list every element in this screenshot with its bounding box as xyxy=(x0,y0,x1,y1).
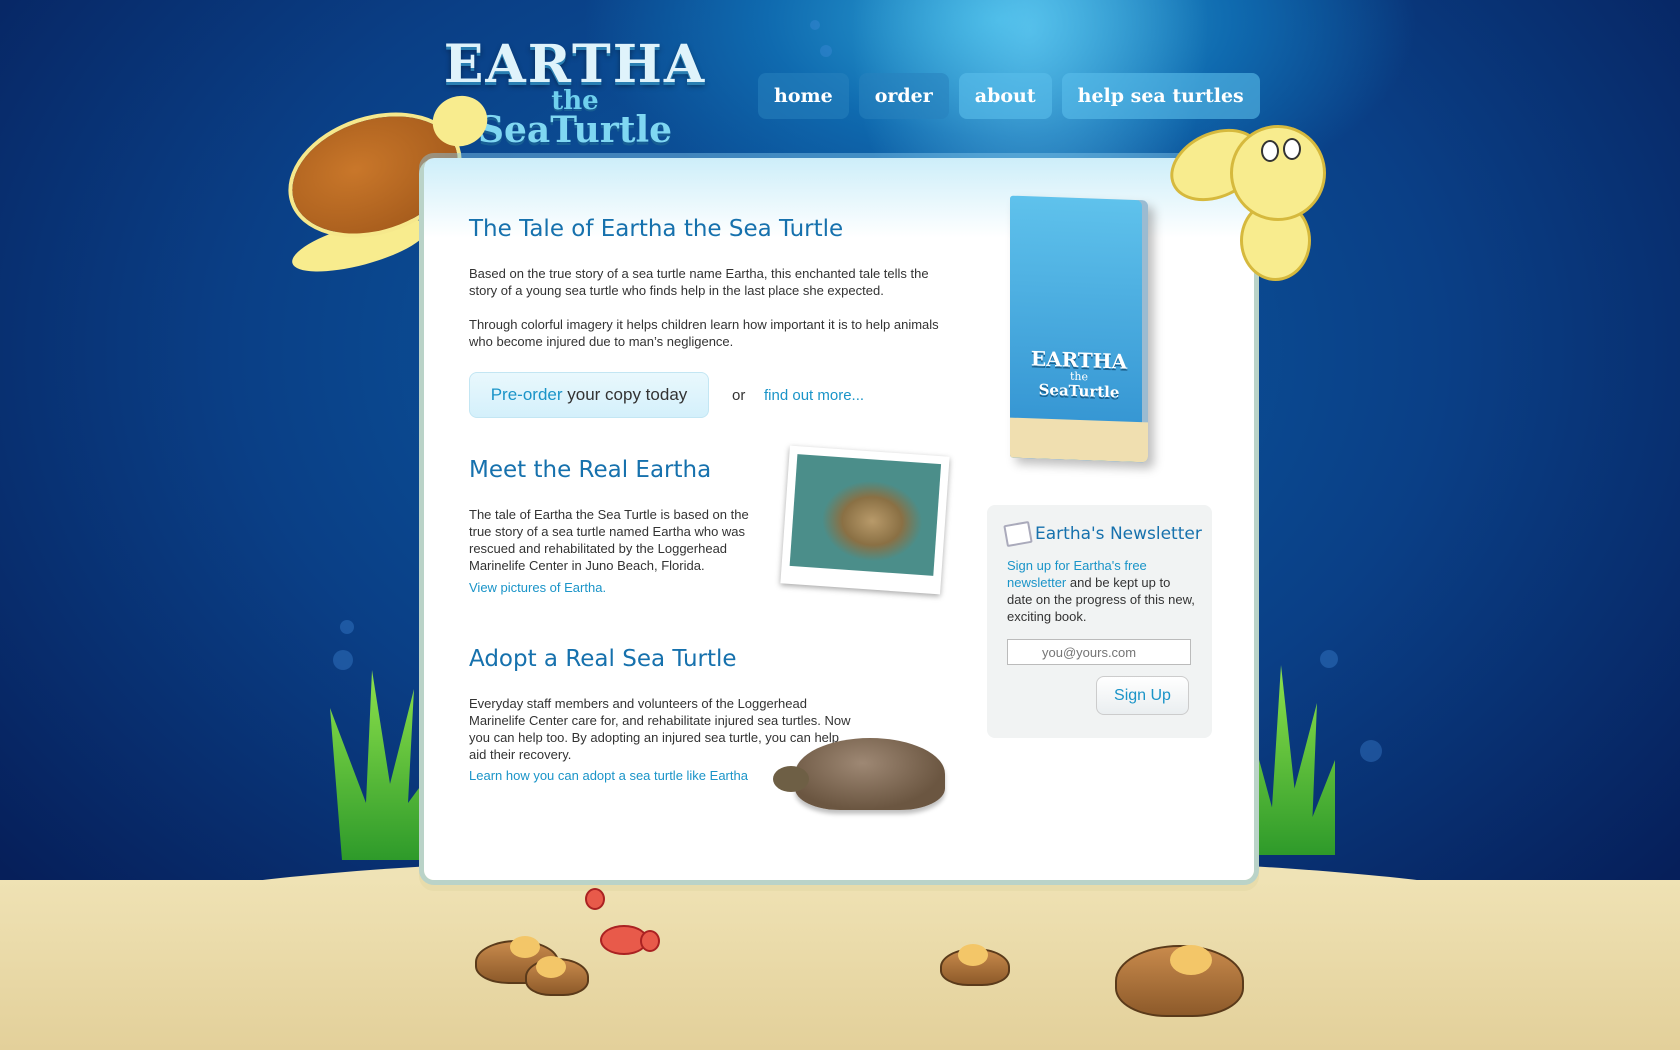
bubble xyxy=(333,650,353,670)
main-nav: home order about help sea turtles xyxy=(758,73,1260,119)
crab-claw xyxy=(585,888,605,910)
starfish-icon xyxy=(1170,945,1212,975)
sand-floor xyxy=(0,880,1680,1050)
eartha-photo-image xyxy=(789,454,942,576)
bubble xyxy=(340,620,354,634)
crab-claw xyxy=(640,930,660,952)
turtle-eye xyxy=(1283,138,1301,160)
nav-about[interactable]: about xyxy=(958,73,1052,119)
sign-up-button[interactable]: Sign Up xyxy=(1096,676,1189,715)
find-out-more-link[interactable]: find out more... xyxy=(764,387,864,404)
preorder-text: your copy today xyxy=(562,385,688,404)
preorder-button[interactable]: Pre-order your copy today xyxy=(469,372,709,418)
starfish-icon xyxy=(536,956,566,978)
turtle-eye xyxy=(1261,140,1279,162)
email-input[interactable] xyxy=(1007,639,1191,665)
book-subtitle: SeaTurtle xyxy=(1038,380,1120,402)
seaweed-right xyxy=(1245,665,1335,855)
bubble xyxy=(820,45,832,57)
cartoon-turtle-right xyxy=(1230,125,1326,221)
adopt-heading: Adopt a Real Sea Turtle xyxy=(469,646,737,672)
nav-home[interactable]: home xyxy=(758,73,849,119)
book-cover[interactable]: EARTHA the SeaTurtle xyxy=(1010,195,1148,463)
book-sand xyxy=(1010,417,1148,463)
tale-paragraph-2: Through colorful imagery it helps childr… xyxy=(469,317,939,349)
meet-paragraph: The tale of Eartha the Sea Turtle is bas… xyxy=(469,507,749,573)
bubble xyxy=(1360,740,1382,762)
or-text: or xyxy=(732,387,746,404)
tale-heading: The Tale of Eartha the Sea Turtle xyxy=(469,216,844,242)
view-pictures-link[interactable]: View pictures of Eartha. xyxy=(469,580,606,595)
newsletter-box: Eartha's Newsletter Sign up for Eartha's… xyxy=(987,505,1212,738)
turtle-photo-head xyxy=(773,766,809,792)
adopt-paragraph: Everyday staff members and volunteers of… xyxy=(469,696,851,762)
turtle-photo xyxy=(773,738,945,810)
nav-order[interactable]: order xyxy=(858,73,949,119)
adopt-link[interactable]: Learn how you can adopt a sea turtle lik… xyxy=(469,768,748,783)
meet-heading: Meet the Real Eartha xyxy=(469,457,712,483)
eartha-photo[interactable] xyxy=(780,445,950,595)
bubble xyxy=(1320,650,1338,668)
starfish-icon xyxy=(958,944,988,966)
preorder-link: Pre-order xyxy=(490,385,563,404)
bubble xyxy=(810,20,820,30)
logo-title: EARTHA xyxy=(443,34,707,95)
tale-paragraph-1: Based on the true story of a sea turtle … xyxy=(469,266,929,298)
newsletter-text: Sign up for Eartha's free newsletter and… xyxy=(1007,557,1197,625)
envelope-icon xyxy=(1003,520,1033,548)
newsletter-title: Eartha's Newsletter xyxy=(1035,524,1202,544)
nav-help-sea-turtles[interactable]: help sea turtles xyxy=(1061,73,1260,119)
starfish-icon xyxy=(510,936,540,958)
